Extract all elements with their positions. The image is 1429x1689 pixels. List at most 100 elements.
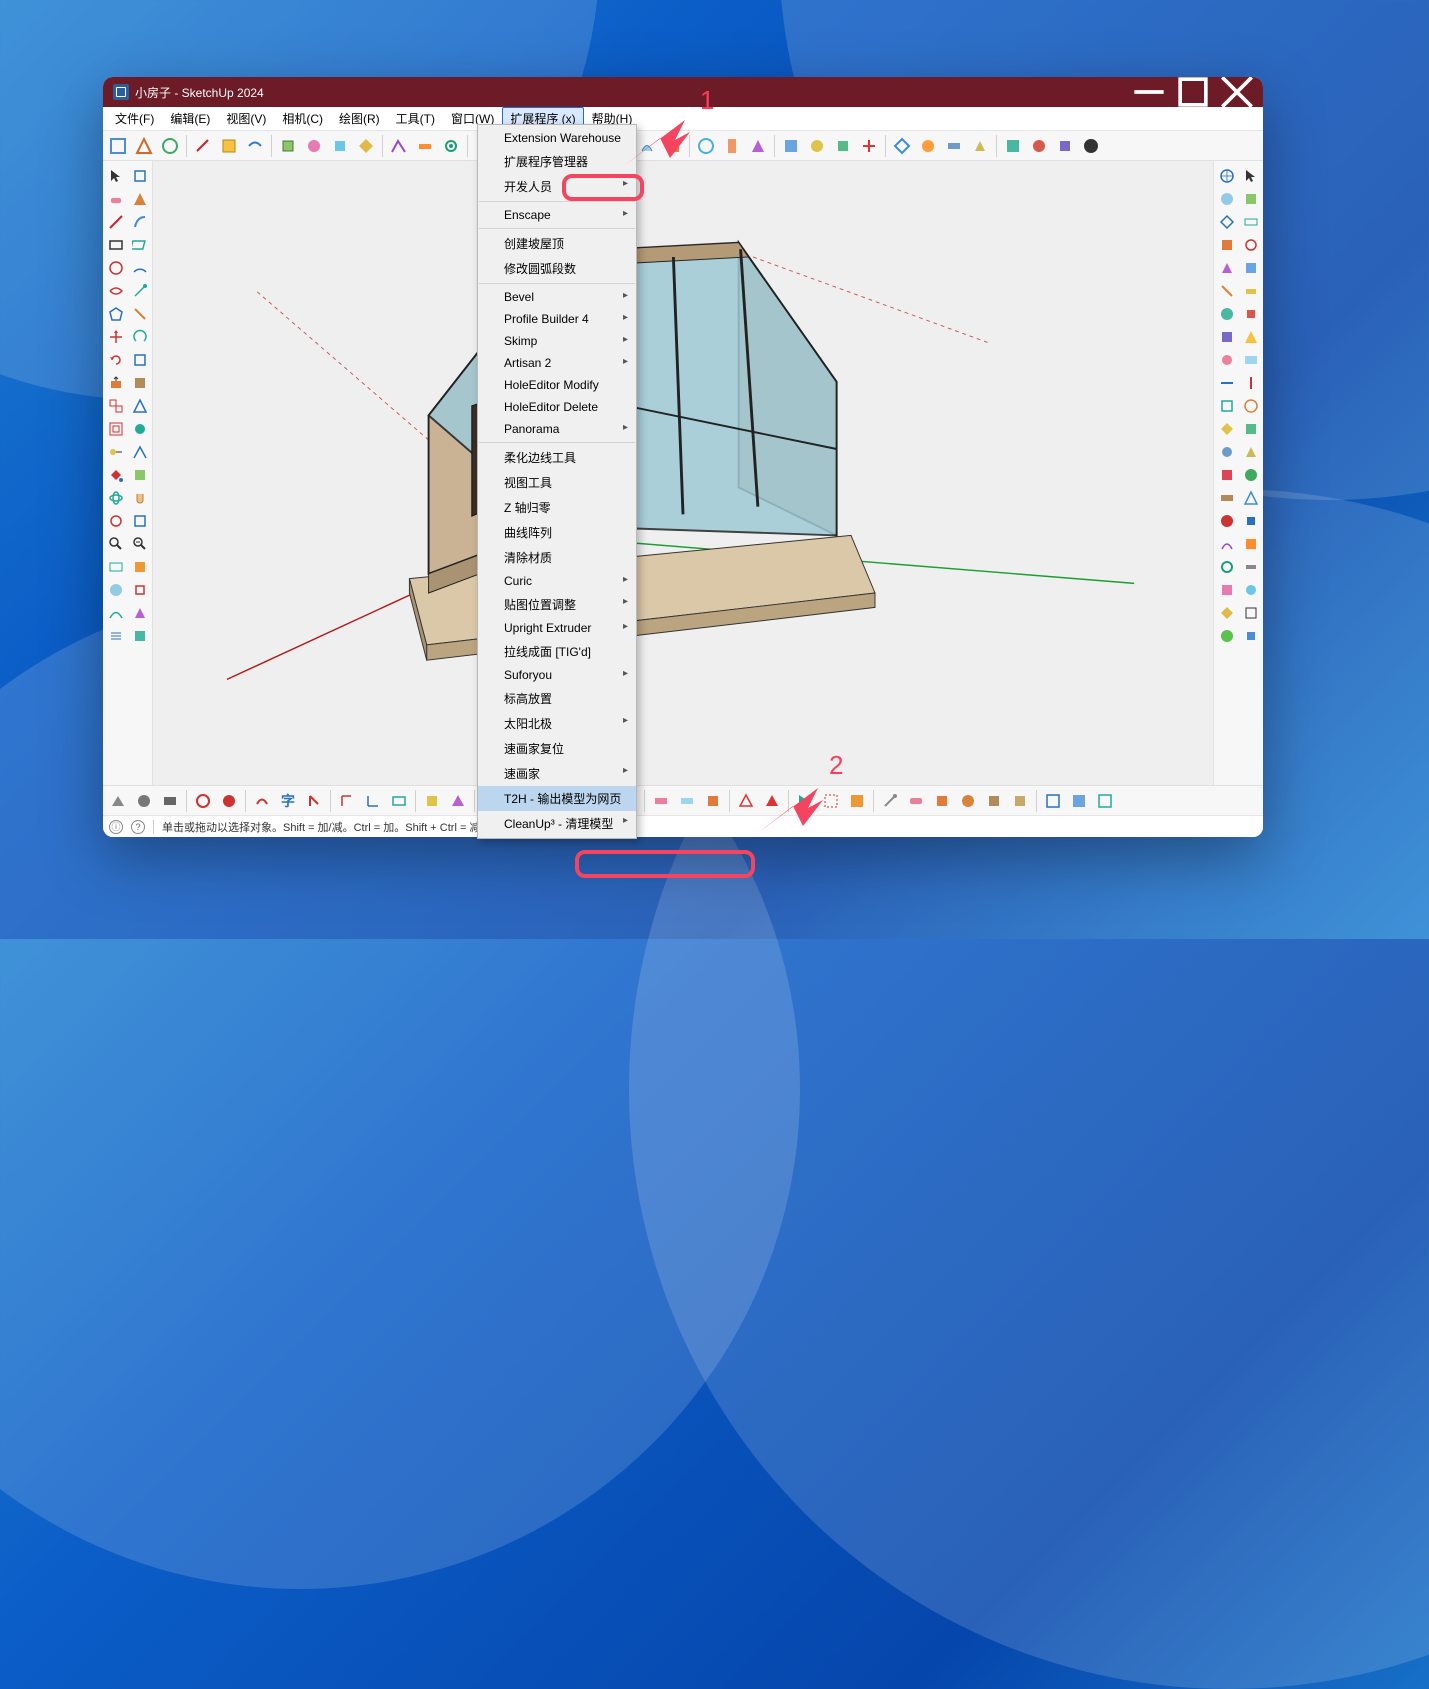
dropdown-item[interactable]: Profile Builder 4 — [478, 308, 636, 330]
tool-icon[interactable] — [1216, 303, 1238, 325]
info-icon[interactable]: ⓘ — [109, 820, 123, 834]
tool-icon[interactable] — [1216, 188, 1238, 210]
dropdown-item[interactable]: 标高放置 — [478, 686, 636, 711]
tool-icon[interactable] — [1216, 257, 1238, 279]
tool-icon[interactable] — [1067, 789, 1091, 813]
tool-icon[interactable] — [1240, 441, 1262, 463]
tool-icon[interactable] — [420, 789, 444, 813]
tool-icon[interactable] — [1240, 487, 1262, 509]
eraser-tool-icon[interactable] — [105, 188, 127, 210]
tool-icon[interactable] — [968, 134, 992, 158]
dropdown-item[interactable]: HoleEditor Modify — [478, 374, 636, 396]
tool-icon[interactable] — [129, 211, 151, 233]
dropdown-item[interactable]: HoleEditor Delete — [478, 396, 636, 418]
tool-icon[interactable] — [1216, 625, 1238, 647]
tool-icon[interactable] — [243, 134, 267, 158]
tool-icon[interactable] — [354, 134, 378, 158]
dropdown-item[interactable]: 拉线成面 [TIG'd] — [478, 639, 636, 664]
dropdown-item[interactable]: 太阳北极 — [478, 711, 636, 736]
rectangle-tool-icon[interactable] — [105, 234, 127, 256]
tool-icon[interactable] — [793, 789, 817, 813]
tool-icon[interactable] — [276, 134, 300, 158]
tool-icon[interactable] — [132, 789, 156, 813]
tool-icon[interactable] — [819, 789, 843, 813]
tool-icon[interactable] — [129, 395, 151, 417]
tool-icon[interactable] — [129, 625, 151, 647]
menu-camera[interactable]: 相机(C) — [274, 107, 331, 130]
tool-icon[interactable] — [956, 789, 980, 813]
tool-icon[interactable] — [1216, 556, 1238, 578]
tool-icon[interactable] — [675, 789, 699, 813]
tool-icon[interactable] — [1240, 257, 1262, 279]
menu-view[interactable]: 视图(V) — [218, 107, 274, 130]
tool-icon[interactable] — [805, 134, 829, 158]
tool-icon[interactable] — [649, 789, 673, 813]
tool-icon[interactable] — [129, 418, 151, 440]
tool-icon[interactable] — [857, 134, 881, 158]
select-tool-icon[interactable] — [105, 165, 127, 187]
tool-icon[interactable] — [1240, 234, 1262, 256]
dropdown-item[interactable]: 速画家 — [478, 761, 636, 786]
dropdown-item[interactable]: 开发人员 — [478, 174, 636, 199]
tool-icon[interactable] — [302, 134, 326, 158]
dropdown-item[interactable]: Artisan 2 — [478, 352, 636, 374]
tool-icon[interactable] — [904, 789, 928, 813]
minimize-button[interactable] — [1127, 77, 1171, 107]
tool-icon[interactable] — [694, 134, 718, 158]
tool-icon[interactable] — [746, 134, 770, 158]
tool-icon[interactable] — [701, 789, 725, 813]
tool-icon[interactable] — [1216, 349, 1238, 371]
tool-icon[interactable] — [845, 789, 869, 813]
dropdown-item[interactable]: T2H - 输出模型为网页 — [478, 786, 636, 811]
tool-icon[interactable] — [1240, 625, 1262, 647]
tool-icon[interactable] — [413, 134, 437, 158]
tool-icon[interactable] — [191, 134, 215, 158]
line-tool-icon[interactable] — [105, 211, 127, 233]
dropdown-item[interactable]: Suforyou — [478, 664, 636, 686]
tool-icon[interactable] — [1216, 211, 1238, 233]
dropdown-item[interactable]: Skimp — [478, 330, 636, 352]
select-icon[interactable] — [1240, 165, 1262, 187]
dropdown-item[interactable]: CleanUp³ - 清理模型 — [478, 811, 636, 836]
tool-icon[interactable] — [129, 234, 151, 256]
dropdown-item[interactable]: Curic — [478, 570, 636, 592]
maximize-button[interactable] — [1171, 77, 1215, 107]
tool-icon[interactable] — [1216, 510, 1238, 532]
tool-icon[interactable] — [328, 134, 352, 158]
tool-icon[interactable] — [1240, 602, 1262, 624]
tool-icon[interactable] — [446, 789, 470, 813]
tool-icon[interactable] — [1216, 165, 1238, 187]
tool-icon[interactable]: 字 — [276, 789, 300, 813]
tool-icon[interactable] — [1027, 134, 1051, 158]
dropdown-item[interactable]: 修改圆弧段数 — [478, 256, 636, 281]
zoom-tool-icon[interactable] — [105, 533, 127, 555]
arc-tool-icon[interactable] — [129, 257, 151, 279]
tool-icon[interactable] — [1216, 602, 1238, 624]
tool-icon[interactable] — [1240, 395, 1262, 417]
tool-icon[interactable] — [1216, 326, 1238, 348]
tool-icon[interactable] — [760, 789, 784, 813]
dropdown-item[interactable]: Panorama — [478, 418, 636, 440]
close-button[interactable] — [1215, 77, 1259, 107]
tool-icon[interactable] — [106, 789, 130, 813]
tool-icon[interactable] — [105, 602, 127, 624]
tool-icon[interactable] — [129, 165, 151, 187]
dropdown-item[interactable]: 清除材质 — [478, 545, 636, 570]
tool-icon[interactable] — [191, 789, 215, 813]
tool-icon[interactable] — [158, 134, 182, 158]
tool-icon[interactable] — [831, 134, 855, 158]
dropdown-item[interactable]: 视图工具 — [478, 470, 636, 495]
tool-icon[interactable] — [942, 134, 966, 158]
tool-icon[interactable] — [1216, 280, 1238, 302]
dropdown-item[interactable]: 柔化边线工具 — [478, 445, 636, 470]
tool-icon[interactable] — [132, 134, 156, 158]
tool-icon[interactable] — [129, 602, 151, 624]
tool-icon[interactable] — [1240, 280, 1262, 302]
tool-icon[interactable] — [250, 789, 274, 813]
tool-icon[interactable] — [1240, 533, 1262, 555]
pan-tool-icon[interactable] — [129, 487, 151, 509]
tool-icon[interactable] — [1216, 234, 1238, 256]
tool-icon[interactable] — [361, 789, 385, 813]
dropdown-item[interactable]: 速画家复位 — [478, 736, 636, 761]
menu-edit[interactable]: 编辑(E) — [162, 107, 218, 130]
